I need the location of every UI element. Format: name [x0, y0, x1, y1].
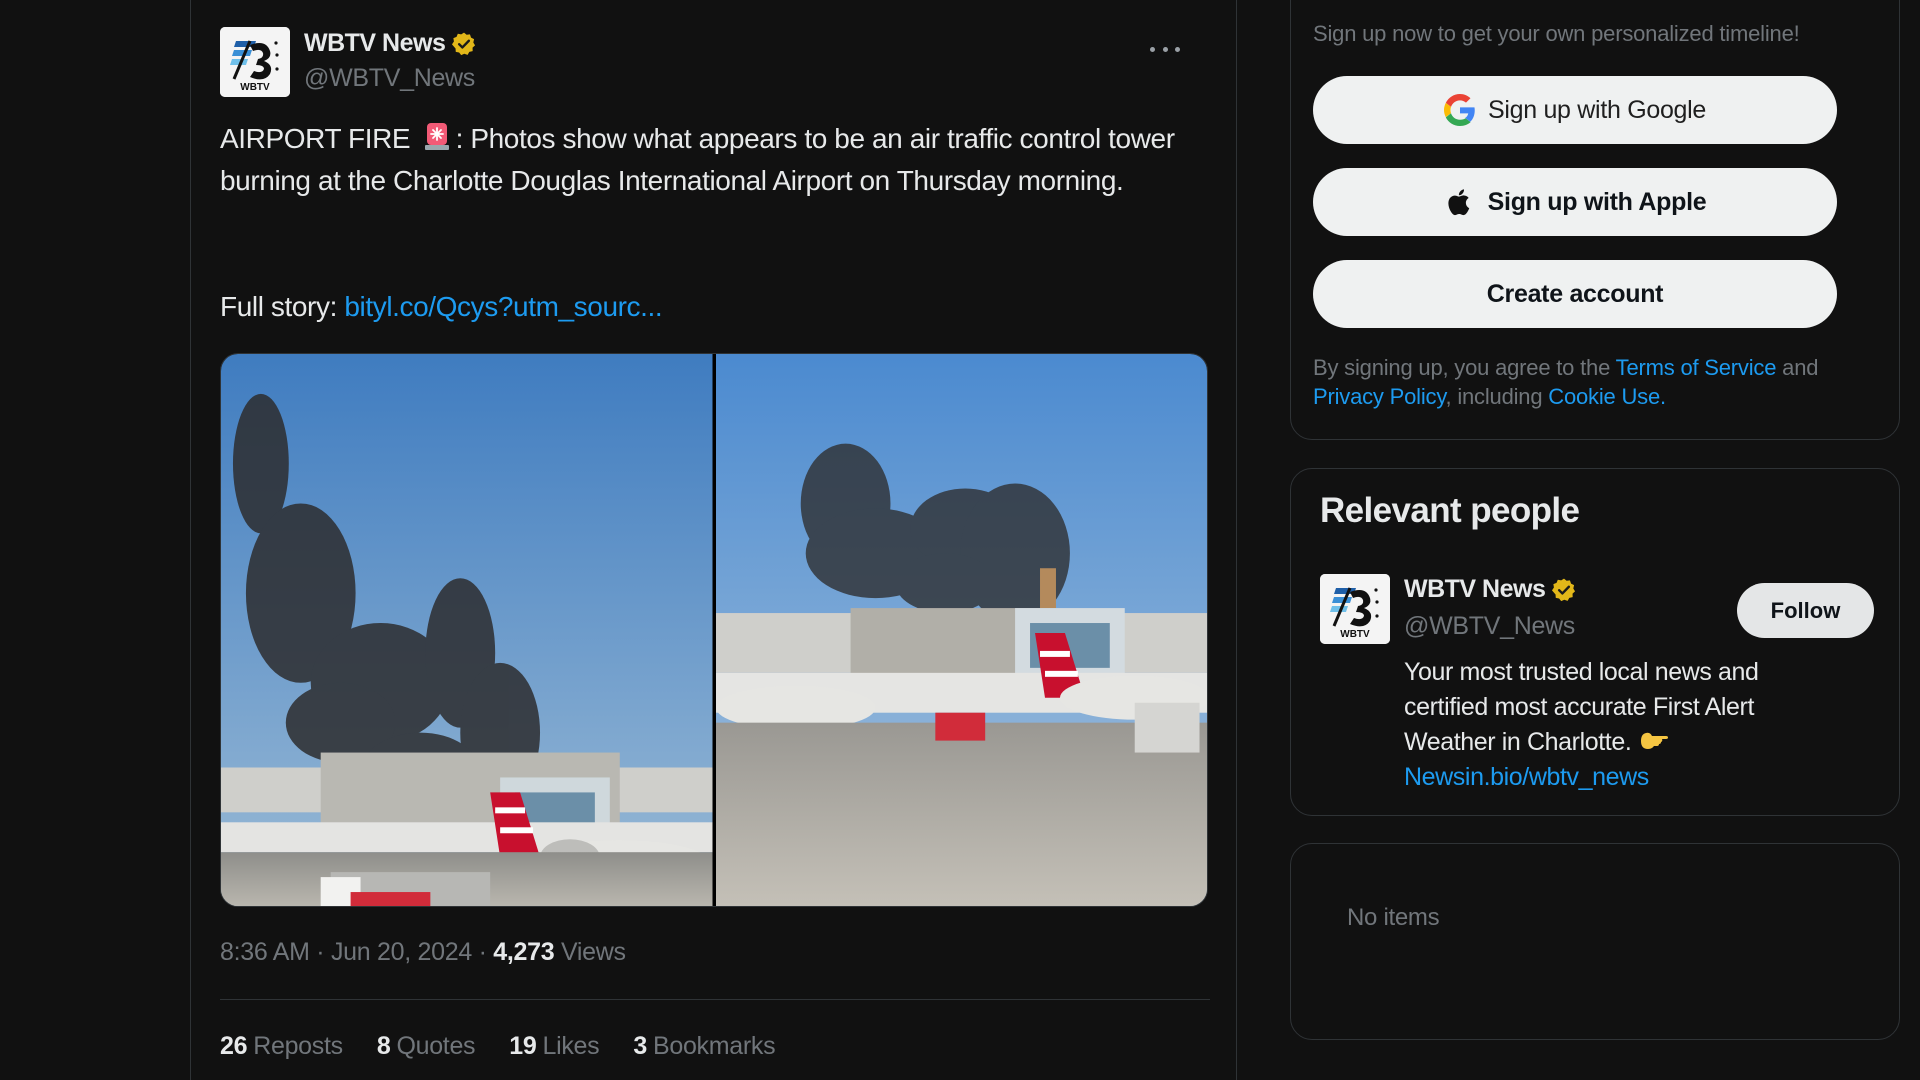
person-bio-link[interactable]: Newsin.bio/wbtv_news: [1404, 763, 1649, 791]
create-account-label: Create account: [1486, 279, 1664, 308]
person-bio-text: Your most trusted local news and certifi…: [1404, 658, 1759, 756]
stat-count: 8: [376, 1032, 391, 1060]
no-items-text: No items: [1347, 904, 1440, 931]
tweet-stats: 26 Reposts 8 Quotes 19 Likes 3 Bookmarks: [220, 1032, 776, 1061]
divider: [220, 999, 1210, 1000]
privacy-policy-link[interactable]: Privacy Policy: [1313, 384, 1446, 409]
full-story-label: Full story:: [220, 291, 345, 322]
person-name[interactable]: WBTV News: [1404, 575, 1577, 604]
person-avatar[interactable]: WBTV: [1320, 574, 1390, 644]
main-column: WBTV WBTV News @WBTV_News AIRPORT FIRE:…: [190, 0, 1237, 1080]
signup-apple-label: Sign up with Apple: [1487, 187, 1707, 216]
stat-bookmarks[interactable]: 3 Bookmarks: [633, 1032, 775, 1061]
verified-badge-icon: [1552, 578, 1576, 601]
stat-likes[interactable]: 19 Likes: [509, 1032, 599, 1061]
legal-including: , including: [1445, 384, 1549, 409]
empty-list-card: No items: [1290, 843, 1900, 1040]
airport-fire-photo-left: [221, 354, 713, 906]
stat-reposts[interactable]: 26 Reposts: [220, 1032, 343, 1061]
tweet-timestamp-views: 8:36 AM · Jun 20, 2024 · 4,273 Views: [220, 938, 626, 967]
dot: [1162, 46, 1168, 52]
stat-count: 19: [509, 1032, 537, 1060]
svg-text:WBTV: WBTV: [240, 82, 270, 93]
stat-quotes[interactable]: 8 Quotes: [376, 1032, 476, 1061]
tweet-media: [220, 353, 1208, 907]
dot: [1175, 46, 1180, 52]
person-handle[interactable]: @WBTV_News: [1404, 612, 1575, 641]
google-icon: [1443, 94, 1475, 126]
author-handle[interactable]: @WBTV_News: [304, 64, 475, 93]
terms-of-service-link[interactable]: Terms of Service: [1616, 355, 1777, 380]
more-horizontal-icon[interactable]: [1150, 39, 1180, 59]
wbtv-logo-icon: WBTV: [220, 27, 290, 97]
relevant-people-title: Relevant people: [1320, 491, 1580, 530]
person-bio: Your most trusted local news and certifi…: [1404, 655, 1844, 795]
tweet-header: WBTV WBTV News @WBTV_News: [220, 27, 1210, 97]
tweet-text: AIRPORT FIRE : Photos show what appears …: [220, 118, 1210, 202]
right-sidebar: Sign up now to get your own personalized…: [1290, 0, 1900, 1080]
author-name[interactable]: WBTV News: [304, 29, 477, 58]
tweet-time[interactable]: 8:36 AM: [220, 938, 310, 966]
page: WBTV WBTV News @WBTV_News AIRPORT FIRE:…: [0, 0, 1920, 1080]
signup-card: Sign up now to get your own personalized…: [1290, 0, 1900, 440]
author-avatar[interactable]: WBTV: [220, 27, 290, 97]
meta-separator: ·: [471, 938, 494, 966]
stat-label: Likes: [542, 1032, 600, 1060]
tweet-photo-1[interactable]: [221, 354, 713, 906]
full-story-link[interactable]: bityl.co/Qcys?utm_sourc...: [344, 291, 662, 322]
follow-button[interactable]: Follow: [1737, 583, 1874, 638]
airport-fire-photo-right: [715, 354, 1207, 906]
tweet-date[interactable]: Jun 20, 2024: [331, 938, 472, 966]
signup-apple-button[interactable]: Sign up with Apple: [1313, 168, 1837, 236]
signup-legal-text: By signing up, you agree to the Terms of…: [1313, 353, 1883, 411]
tweet-photo-2[interactable]: [715, 354, 1207, 906]
create-account-button[interactable]: Create account: [1313, 260, 1837, 328]
legal-prefix: By signing up, you agree to the: [1313, 355, 1616, 380]
person-name-text: WBTV News: [1404, 575, 1546, 603]
dot: [1150, 46, 1155, 52]
legal-and: and: [1776, 355, 1819, 380]
relevant-people-card: Relevant people WBTV WBTV News @WBTV_New…: [1290, 468, 1900, 816]
signup-google-button[interactable]: Sign up with Google: [1313, 76, 1837, 144]
apple-icon: [1448, 189, 1469, 216]
author-name-text: WBTV News: [304, 29, 446, 57]
signup-subtitle: Sign up now to get your own personalized…: [1313, 21, 1800, 46]
tweet-text-prefix: AIRPORT FIRE: [220, 123, 411, 154]
stat-count: 3: [633, 1032, 647, 1060]
wbtv-logo-icon: WBTV: [1320, 574, 1390, 644]
stat-label: Quotes: [396, 1032, 476, 1060]
svg-text:WBTV: WBTV: [1340, 629, 1370, 640]
siren-icon: [424, 123, 449, 150]
stat-label: Reposts: [253, 1032, 343, 1060]
stat-count: 26: [220, 1032, 248, 1060]
pointing-hand-icon: [1640, 732, 1668, 749]
verified-badge-icon: [452, 32, 476, 55]
full-story-line: Full story: bityl.co/Qcys?utm_sourc...: [220, 286, 663, 328]
meta-separator: ·: [309, 938, 331, 966]
signup-google-label: Sign up with Google: [1487, 95, 1707, 124]
stat-label: Bookmarks: [652, 1032, 776, 1060]
views-label: Views: [554, 938, 626, 966]
cookie-use-link[interactable]: Cookie Use.: [1548, 384, 1666, 409]
views-count: 4,273: [493, 938, 555, 966]
